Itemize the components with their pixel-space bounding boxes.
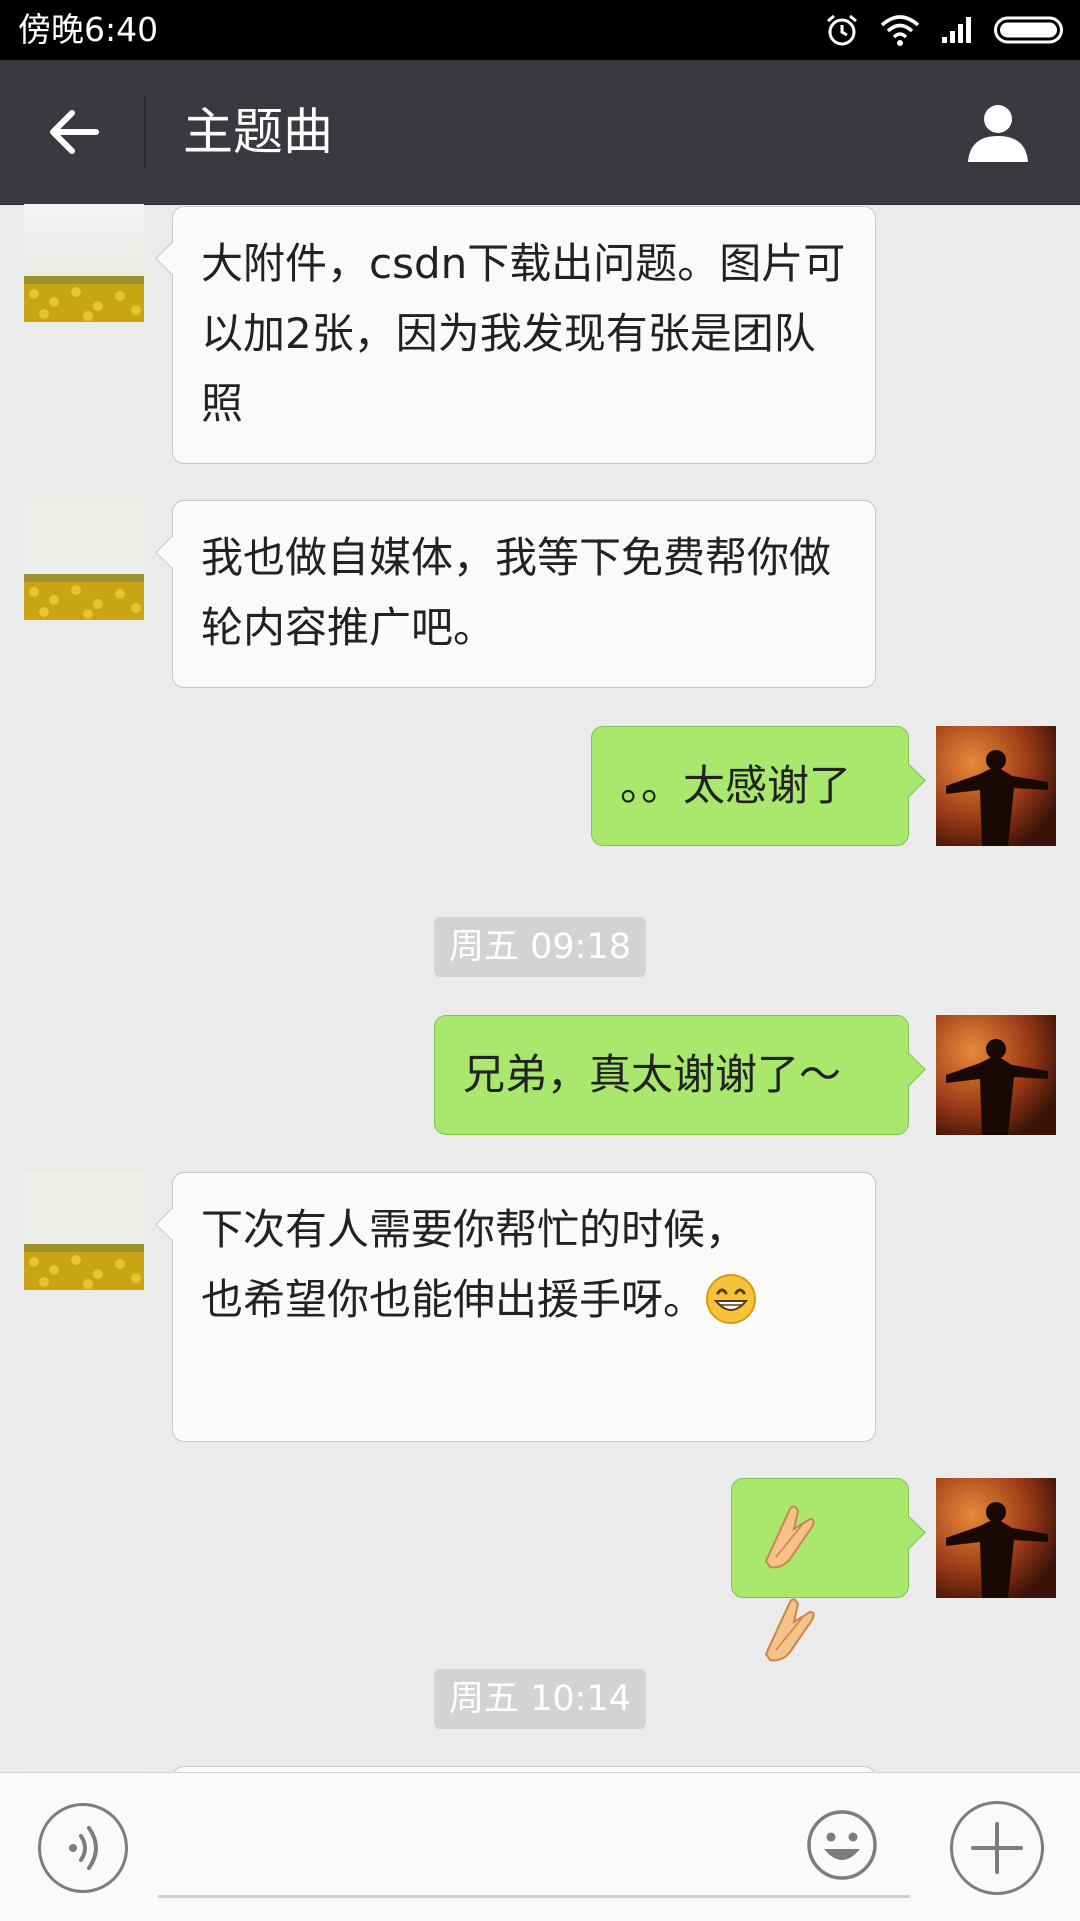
- emoji-icon[interactable]: [806, 1809, 878, 1881]
- message-list[interactable]: 大附件，csdn下载出问题。图片可以加2张，因为我发现有张是团队照 我也做自媒体…: [0, 204, 1080, 1772]
- message-bubble-received[interactable]: 下次有人需要你帮忙的时候，也希望你也能伸出援手呀。: [172, 1172, 876, 1442]
- message-input[interactable]: [158, 1825, 914, 1879]
- plus-icon: [971, 1822, 1023, 1874]
- message-bubble-sent[interactable]: 兄弟，真太谢谢了～: [434, 1015, 909, 1135]
- header-divider: [144, 96, 146, 168]
- message-bubble-sent[interactable]: [731, 1478, 909, 1662]
- chat-title: 主题曲: [183, 103, 333, 161]
- status-icons: [824, 10, 1066, 50]
- timestamp: 周五 10:14: [434, 1669, 646, 1729]
- grin-emoji-icon: [706, 1273, 757, 1324]
- contact-avatar[interactable]: [24, 204, 144, 322]
- battery-icon: [994, 16, 1063, 44]
- alarm-icon: [827, 14, 857, 46]
- status-time: 傍晚6:40: [18, 10, 159, 49]
- back-arrow-icon[interactable]: [44, 102, 104, 162]
- status-bar: 傍晚6:40: [0, 0, 1080, 60]
- input-underline: [158, 1895, 910, 1898]
- clap-emoji-icon: [764, 1505, 815, 1569]
- message-bubble-received[interactable]: 大附件，csdn下载出问题。图片可以加2张，因为我发现有张是团队照: [172, 206, 876, 464]
- message-bubble-received[interactable]: 我也做自媒体，我等下免费帮你做轮内容推广吧。: [172, 500, 876, 688]
- profile-icon[interactable]: [966, 100, 1030, 164]
- input-bar: [0, 1772, 1080, 1921]
- message-text: 。。太感谢了: [620, 761, 852, 810]
- signal-icon: [942, 17, 971, 43]
- chat-header: 主题曲: [0, 60, 1080, 205]
- message-text: 兄弟，真太谢谢了～: [463, 1050, 842, 1099]
- message-text: 下次有人需要你帮忙的时候，也希望你也能伸出援手呀。: [201, 1205, 748, 1324]
- wifi-icon: [880, 15, 920, 46]
- clap-emoji-icon: [764, 1598, 815, 1662]
- voice-button[interactable]: [38, 1803, 128, 1893]
- my-avatar[interactable]: [936, 1015, 1056, 1135]
- contact-avatar[interactable]: [24, 500, 144, 620]
- my-avatar[interactable]: [936, 1478, 1056, 1598]
- my-avatar[interactable]: [936, 726, 1056, 846]
- message-bubble-sent[interactable]: 。。太感谢了: [591, 726, 909, 846]
- message-text: 我也做自媒体，我等下免费帮你做轮内容推广吧。: [201, 533, 832, 652]
- voice-icon: [69, 1826, 98, 1870]
- contact-avatar[interactable]: [24, 1170, 144, 1290]
- message-text: 大附件，csdn下载出问题。图片可以加2张，因为我发现有张是团队照: [201, 239, 846, 428]
- more-button[interactable]: [950, 1801, 1044, 1895]
- timestamp: 周五 09:18: [434, 917, 646, 977]
